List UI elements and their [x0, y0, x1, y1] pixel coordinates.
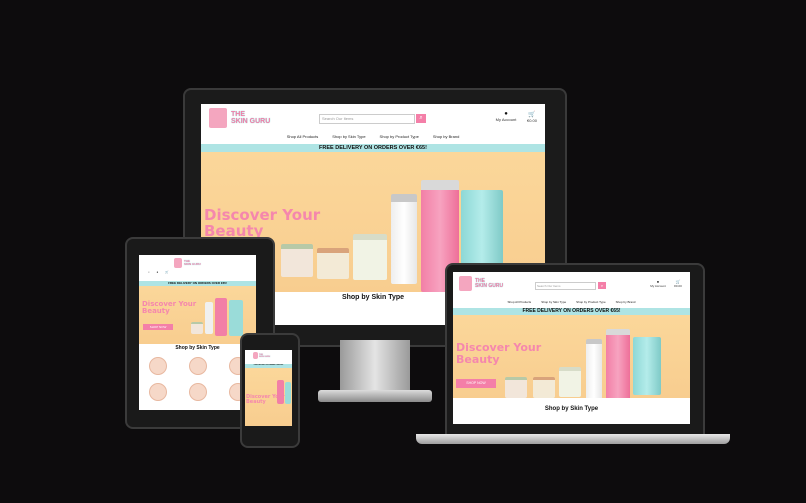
search-input[interactable]: Search Our Items: [319, 114, 415, 124]
skin-type-face[interactable]: [189, 383, 207, 401]
product-bottle-pink: [277, 380, 284, 404]
logo-text-line2: SKIN GURU: [184, 262, 201, 266]
product-bottle-pink: [215, 298, 227, 336]
desktop-stand: [340, 340, 410, 392]
cart-icon[interactable]: 🛒: [165, 270, 169, 274]
search-icon: ⌕: [419, 115, 423, 121]
nav-skin-type[interactable]: Shop by Skin Type: [332, 134, 365, 139]
product-jar: [559, 367, 581, 397]
tablet-logo[interactable]: THE SKIN GURU: [174, 258, 201, 268]
tablet-shop-now-button[interactable]: SHOP NOW: [143, 324, 173, 330]
laptop-hero: Discover Your Beauty SHOP NOW: [453, 315, 690, 398]
laptop-skin-type-title: Shop by Skin Type: [544, 406, 599, 412]
nav-skin-type[interactable]: Shop by Skin Type: [541, 300, 566, 304]
tablet-screen: THE SKIN GURU ⌕ ● 🛒 FREE DELIVERY ON ORD…: [139, 255, 256, 410]
phone-hero: Discover Your Beauty: [245, 368, 292, 426]
hero-title-line1: Discover Your: [456, 341, 542, 354]
logo-products-icon: [174, 258, 182, 268]
product-jar: [505, 377, 527, 398]
product-jar: [191, 322, 203, 334]
laptop-cart-link[interactable]: 🛒 €0.00: [671, 279, 685, 288]
product-tube: [633, 337, 661, 395]
nav-shop-all[interactable]: Shop All Products: [508, 300, 532, 304]
product-tube: [229, 300, 243, 336]
desktop-stand-base: [318, 390, 432, 402]
laptop-base: [416, 434, 730, 444]
product-jar: [353, 234, 387, 280]
site-logo[interactable]: THE SKIN GURU: [209, 108, 270, 128]
hero-title-line2: Beauty: [456, 352, 500, 366]
delivery-banner: FREE DELIVERY ON ORDERS OVER €65!: [201, 144, 545, 152]
product-jar: [281, 244, 313, 277]
search-button[interactable]: ⌕: [416, 114, 426, 123]
account-link[interactable]: ● My Account: [495, 111, 517, 122]
laptop-search-button[interactable]: ⌕: [598, 282, 606, 289]
logo-text-line2: SKIN GURU: [259, 355, 271, 358]
tablet-skin-type-title: Shop by Skin Type: [175, 345, 220, 351]
tablet-header: THE SKIN GURU ⌕ ● 🛒: [139, 255, 256, 281]
cart-total: €0.00: [674, 284, 682, 288]
cart-total: €0.00: [526, 118, 537, 123]
phone-logo[interactable]: THE SKIN GURU: [253, 352, 270, 359]
logo-text-line2: SKIN GURU: [231, 118, 271, 125]
hero-title: Discover Your Beauty: [204, 207, 320, 240]
laptop-hero-title: Discover Your Beauty: [456, 342, 541, 365]
nav-shop-all[interactable]: Shop All Products: [287, 134, 319, 139]
nav-brand[interactable]: Shop by Brand: [433, 134, 459, 139]
tablet-hero-title: Discover Your Beauty: [142, 300, 196, 316]
phone-screen: THE SKIN GURU FREE DELIVERY ON ORDERS OV…: [245, 350, 292, 426]
logo-products-icon: [459, 276, 472, 291]
product-bottle: [391, 194, 417, 284]
account-label: My Account: [495, 117, 517, 122]
skin-type-face[interactable]: [149, 383, 167, 401]
product-tube: [285, 382, 291, 404]
logo-text-line1: THE: [231, 111, 245, 118]
product-bottle: [205, 302, 213, 334]
logo-products-icon: [253, 352, 258, 359]
laptop-account-link[interactable]: ● My Account: [649, 279, 667, 288]
logo-text-line2: SKIN GURU: [475, 282, 504, 289]
laptop-main-nav: Shop All Products Shop by Skin Type Shop…: [453, 300, 690, 304]
laptop-screen: THE SKIN GURU Search Our Items ⌕ ● My Ac…: [453, 272, 690, 424]
cart-link[interactable]: 🛒 €0.00: [524, 111, 540, 123]
account-label: My Account: [650, 284, 666, 288]
product-bottle-pink: [606, 329, 630, 398]
search-icon[interactable]: ⌕: [148, 270, 150, 274]
logo-products-icon: [209, 108, 227, 128]
nav-product-type[interactable]: Shop by Product Type: [576, 300, 605, 304]
hero-title-line2: Beauty: [142, 307, 170, 316]
laptop-header: THE SKIN GURU Search Our Items ⌕ ● My Ac…: [453, 272, 690, 308]
product-bottle: [586, 339, 602, 398]
account-icon[interactable]: ●: [157, 270, 159, 274]
nav-product-type[interactable]: Shop by Product Type: [380, 134, 419, 139]
laptop-search-input[interactable]: Search Our Items: [535, 282, 596, 290]
cart-icon: 🛒: [528, 112, 536, 118]
nav-brand[interactable]: Shop by Brand: [616, 300, 636, 304]
product-jar: [317, 248, 349, 279]
laptop-logo[interactable]: THE SKIN GURU: [459, 276, 503, 291]
main-nav: Shop All Products Shop by Skin Type Shop…: [201, 134, 545, 139]
skin-type-face[interactable]: [189, 357, 207, 375]
skin-type-face[interactable]: [149, 357, 167, 375]
laptop-shop-now-button[interactable]: SHOP NOW: [456, 379, 496, 388]
product-jar: [533, 377, 555, 398]
site-header: THE SKIN GURU Search Our Items ⌕ ● My Ac…: [201, 104, 545, 144]
tablet-icons: ⌕ ● 🛒: [148, 270, 169, 274]
tablet-hero: Discover Your Beauty SHOP NOW: [139, 286, 256, 344]
search-icon: ⌕: [600, 283, 604, 288]
laptop-delivery-banner: FREE DELIVERY ON ORDERS OVER €65!: [453, 308, 690, 315]
